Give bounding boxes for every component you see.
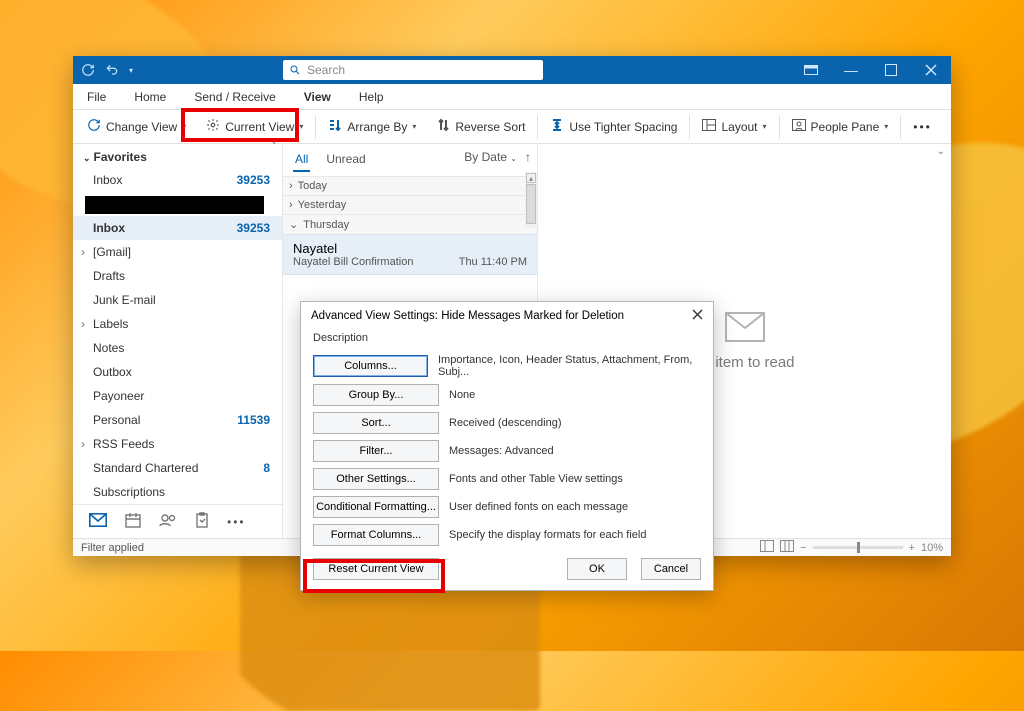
- tab-all[interactable]: All: [293, 148, 310, 172]
- envelope-icon: [725, 312, 765, 342]
- folder-drafts[interactable]: Drafts: [73, 264, 282, 288]
- message-from: Nayatel: [293, 241, 527, 256]
- zoom-in-button[interactable]: +: [909, 542, 915, 554]
- ribbon: Change View▾ Current View▾ Arrange By▾ R…: [73, 110, 951, 144]
- group-today[interactable]: Today: [283, 176, 537, 195]
- menu-file[interactable]: File: [83, 88, 110, 106]
- message-time: Thu 11:40 PM: [459, 256, 527, 268]
- tighter-spacing-button[interactable]: Use Tighter Spacing: [542, 114, 685, 140]
- reverse-sort-button[interactable]: Reverse Sort: [428, 114, 533, 140]
- restore-button[interactable]: [871, 56, 911, 84]
- menu-bar: File Home Send / Receive View Help: [73, 84, 951, 110]
- layout-button[interactable]: Layout▾: [694, 114, 774, 140]
- folder-notes[interactable]: Notes: [73, 336, 282, 360]
- search-placeholder: Search: [307, 63, 345, 77]
- group-thursday[interactable]: Thursday: [283, 214, 537, 234]
- nav-switcher: •••: [73, 504, 282, 538]
- folder-inbox[interactable]: Inbox39253: [73, 216, 282, 240]
- nav-more-button[interactable]: •••: [227, 515, 246, 529]
- folder-gmail[interactable]: [Gmail]: [73, 240, 282, 264]
- dialog-rows: Columns...Importance, Icon, Header Statu…: [301, 354, 713, 552]
- arrange-icon: [328, 118, 342, 135]
- advanced-view-settings-dialog: Advanced View Settings: Hide Messages Ma…: [300, 301, 714, 591]
- collapse-sidebar-icon[interactable]: ‹: [272, 134, 276, 148]
- ribbon-display-icon[interactable]: [791, 56, 831, 84]
- close-button[interactable]: [911, 56, 951, 84]
- search-input[interactable]: Search: [283, 60, 543, 80]
- title-bar: ▾ Search —: [73, 56, 951, 84]
- refresh-icon: [87, 118, 101, 135]
- mail-icon[interactable]: [89, 513, 107, 530]
- undo-icon[interactable]: [105, 63, 119, 77]
- calendar-icon[interactable]: [125, 512, 141, 531]
- folder-sidebar: ‹ Favorites Inbox39253 Inbox39253 [Gmail…: [73, 144, 283, 538]
- other-settings-button[interactable]: Other Settings...: [313, 468, 439, 490]
- columns-button[interactable]: Columns...: [313, 355, 428, 377]
- reset-current-view-button[interactable]: Reset Current View: [313, 558, 439, 580]
- folder-inbox-fav[interactable]: Inbox39253: [73, 168, 282, 192]
- favorites-header[interactable]: Favorites: [73, 144, 282, 168]
- zoom-level: 10%: [921, 542, 943, 554]
- message-item[interactable]: Nayatel Nayatel Bill Confirmation Thu 11:…: [283, 234, 537, 275]
- menu-help[interactable]: Help: [355, 88, 388, 106]
- folder-personal[interactable]: Personal11539: [73, 408, 282, 432]
- menu-view[interactable]: View: [300, 88, 335, 106]
- folder-payoneer[interactable]: Payoneer: [73, 384, 282, 408]
- folder-rss[interactable]: RSS Feeds: [73, 432, 282, 456]
- change-view-button[interactable]: Change View▾: [79, 114, 194, 140]
- status-filter: Filter applied: [81, 542, 144, 554]
- qat-customize-icon[interactable]: ▾: [129, 66, 133, 75]
- message-subject: Nayatel Bill Confirmation: [293, 256, 413, 268]
- sort-direction-icon[interactable]: ↑: [525, 150, 531, 164]
- sort-button[interactable]: Sort...: [313, 412, 439, 434]
- folder-junk[interactable]: Junk E-mail: [73, 288, 282, 312]
- view-reading-icon[interactable]: [780, 540, 794, 555]
- arrange-by-button[interactable]: Arrange By▾: [320, 114, 424, 140]
- cancel-button[interactable]: Cancel: [641, 558, 701, 580]
- menu-send-receive[interactable]: Send / Receive: [190, 88, 279, 106]
- group-by-button[interactable]: Group By...: [313, 384, 439, 406]
- dialog-title: Advanced View Settings: Hide Messages Ma…: [311, 310, 624, 322]
- ribbon-overflow-button[interactable]: •••: [905, 114, 940, 140]
- zoom-out-button[interactable]: −: [800, 542, 806, 554]
- folder-labels[interactable]: Labels: [73, 312, 282, 336]
- zoom-slider[interactable]: [813, 546, 903, 549]
- scrollbar[interactable]: ▴: [525, 172, 537, 228]
- people-pane-button[interactable]: People Pane▾: [784, 114, 897, 140]
- current-view-button[interactable]: Current View▾: [198, 114, 311, 140]
- reverse-sort-icon: [436, 118, 450, 135]
- folder-outbox[interactable]: Outbox: [73, 360, 282, 384]
- folder-standard-chartered[interactable]: Standard Chartered8: [73, 456, 282, 480]
- filter-button[interactable]: Filter...: [313, 440, 439, 462]
- people-pane-icon: [792, 119, 806, 134]
- people-icon[interactable]: [159, 513, 177, 530]
- conditional-formatting-button[interactable]: Conditional Formatting...: [313, 496, 439, 518]
- layout-icon: [702, 119, 716, 134]
- group-yesterday[interactable]: Yesterday: [283, 195, 537, 214]
- folder-subscriptions[interactable]: Subscriptions: [73, 480, 282, 504]
- gear-icon: [206, 118, 220, 135]
- view-normal-icon[interactable]: [760, 540, 774, 555]
- menu-home[interactable]: Home: [130, 88, 170, 106]
- account-header-redacted[interactable]: [85, 196, 264, 214]
- sort-by-date[interactable]: By Date ⌄: [464, 150, 517, 164]
- dialog-close-button[interactable]: [692, 309, 703, 323]
- dialog-section-label: Description: [301, 330, 713, 348]
- spacing-icon: [550, 118, 564, 135]
- format-columns-button[interactable]: Format Columns...: [313, 524, 439, 546]
- tab-unread[interactable]: Unread: [324, 148, 367, 172]
- ok-button[interactable]: OK: [567, 558, 627, 580]
- tasks-icon[interactable]: [195, 512, 209, 531]
- sync-icon[interactable]: [81, 63, 95, 77]
- minimize-button[interactable]: —: [831, 56, 871, 84]
